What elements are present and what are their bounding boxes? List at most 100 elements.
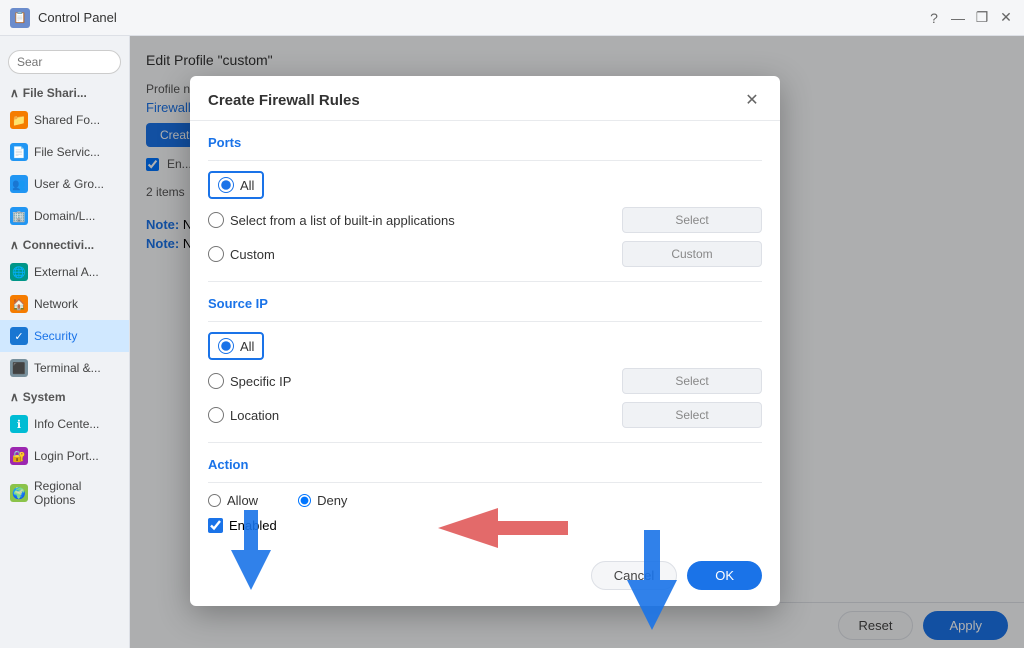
- dialog-title: Create Firewall Rules: [208, 92, 360, 109]
- sidebar-item-label: User & Gro...: [34, 177, 104, 191]
- sidebar-item-external-access[interactable]: 🌐 External A...: [0, 256, 129, 288]
- ip-specific-label: Specific IP: [208, 373, 614, 389]
- sidebar-item-domain[interactable]: 🏢 Domain/L...: [0, 200, 129, 232]
- action-deny-radio[interactable]: [298, 494, 311, 507]
- ports-custom-radio[interactable]: [208, 246, 224, 262]
- ports-builtin-row: Select from a list of built-in applicati…: [208, 207, 762, 233]
- sidebar-item-label: Info Cente...: [34, 417, 99, 431]
- window-controls: ? — ❐ ✕: [926, 10, 1014, 26]
- sidebar-item-shared-folders[interactable]: 📁 Shared Fo...: [0, 104, 129, 136]
- content-area: Edit Profile "custom" Profile na... Fire…: [130, 36, 1024, 648]
- sidebar-item-network[interactable]: 🏠 Network: [0, 288, 129, 320]
- ports-builtin-radio[interactable]: [208, 212, 224, 228]
- user-group-icon: 👥: [10, 175, 28, 193]
- security-icon: ✓: [10, 327, 28, 345]
- sidebar-section-connectivity[interactable]: ∧ Connectivi...: [0, 232, 129, 256]
- dialog-header: Create Firewall Rules ✕: [190, 76, 780, 121]
- ip-all-highlighted: All: [208, 332, 264, 360]
- section-label: File Shari...: [23, 86, 87, 100]
- main-layout: ∧ File Shari... 📁 Shared Fo... 📄 File Se…: [0, 36, 1024, 648]
- select-ip-button[interactable]: Select: [622, 368, 762, 394]
- sidebar-item-login-portal[interactable]: 🔐 Login Port...: [0, 440, 129, 472]
- blue-arrow-down-right: [622, 530, 682, 633]
- action-section-title: Action: [208, 457, 762, 472]
- sidebar-item-file-services[interactable]: 📄 File Servic...: [0, 136, 129, 168]
- titlebar: 📋 Control Panel ? — ❐ ✕: [0, 0, 1024, 36]
- sidebar-item-label: Domain/L...: [34, 209, 95, 223]
- titlebar-title: Control Panel: [38, 10, 918, 25]
- sidebar-search-container: [0, 44, 129, 80]
- regional-options-icon: 🌍: [10, 484, 28, 502]
- file-services-icon: 📄: [10, 143, 28, 161]
- minimize-button[interactable]: —: [950, 10, 966, 26]
- sidebar-item-info-center[interactable]: ℹ Info Cente...: [0, 408, 129, 440]
- sidebar-item-label: External A...: [34, 265, 99, 279]
- ports-all-label: All: [240, 178, 254, 193]
- app-icon: 📋: [10, 8, 30, 28]
- close-window-button[interactable]: ✕: [998, 10, 1014, 26]
- ports-divider: [208, 281, 762, 282]
- chevron-icon: ∧: [10, 390, 19, 404]
- ports-all-row: All: [208, 171, 762, 199]
- info-center-icon: ℹ: [10, 415, 28, 433]
- custom-button[interactable]: Custom: [622, 241, 762, 267]
- help-button[interactable]: ?: [926, 10, 942, 26]
- login-portal-icon: 🔐: [10, 447, 28, 465]
- ports-custom-row: Custom Custom: [208, 241, 762, 267]
- sidebar-item-label: Shared Fo...: [34, 113, 100, 127]
- ip-location-radio[interactable]: [208, 407, 224, 423]
- sidebar-item-terminal[interactable]: ⬛ Terminal &...: [0, 352, 129, 384]
- source-ip-divider: [208, 442, 762, 443]
- sidebar-item-label: Network: [34, 297, 78, 311]
- create-firewall-dialog: Create Firewall Rules ✕ Ports All: [190, 76, 780, 606]
- blue-arrow-down-left: [226, 510, 276, 593]
- section-label: System: [23, 390, 66, 404]
- terminal-icon: ⬛: [10, 359, 28, 377]
- ok-button[interactable]: OK: [687, 561, 762, 590]
- action-allow-label: Allow: [208, 493, 258, 508]
- action-deny-label: Deny: [298, 493, 347, 508]
- sidebar-item-label: Terminal &...: [34, 361, 101, 375]
- sidebar-item-label: Login Port...: [34, 449, 99, 463]
- maximize-button[interactable]: ❐: [974, 10, 990, 26]
- chevron-icon: ∧: [10, 86, 19, 100]
- dialog-close-button[interactable]: ✕: [742, 90, 762, 110]
- ports-all-highlighted: All: [208, 171, 264, 199]
- ip-all-label: All: [240, 339, 254, 354]
- ports-custom-label: Custom: [208, 246, 614, 262]
- ports-builtin-label: Select from a list of built-in applicati…: [208, 212, 614, 228]
- external-access-icon: 🌐: [10, 263, 28, 281]
- section-label: Connectivi...: [23, 238, 94, 252]
- ip-specific-radio[interactable]: [208, 373, 224, 389]
- sidebar-section-file-sharing[interactable]: ∧ File Shari...: [0, 80, 129, 104]
- domain-icon: 🏢: [10, 207, 28, 225]
- dialog-body: Ports All Select from a list of built-in…: [190, 121, 780, 551]
- ip-all-row: All: [208, 332, 762, 360]
- ports-all-radio[interactable]: [218, 177, 234, 193]
- ip-specific-row: Specific IP Select: [208, 368, 762, 394]
- sidebar-item-security[interactable]: ✓ Security: [0, 320, 129, 352]
- network-icon: 🏠: [10, 295, 28, 313]
- ip-location-row: Location Select: [208, 402, 762, 428]
- source-ip-section-title: Source IP: [208, 296, 762, 311]
- sidebar-item-regional-options[interactable]: 🌍 Regional Options: [0, 472, 129, 514]
- sidebar: ∧ File Shari... 📁 Shared Fo... 📄 File Se…: [0, 36, 130, 648]
- red-arrow-annotation: [438, 503, 568, 556]
- ip-all-radio[interactable]: [218, 338, 234, 354]
- select-location-button[interactable]: Select: [622, 402, 762, 428]
- ip-location-label: Location: [208, 407, 614, 423]
- dialog-footer: Cancel OK: [190, 551, 780, 606]
- action-options-row: Allow Deny: [208, 493, 762, 508]
- shared-folders-icon: 📁: [10, 111, 28, 129]
- action-allow-radio[interactable]: [208, 494, 221, 507]
- sidebar-item-user-group[interactable]: 👥 User & Gro...: [0, 168, 129, 200]
- sidebar-item-label: Security: [34, 329, 77, 343]
- select-builtin-button[interactable]: Select: [622, 207, 762, 233]
- chevron-icon: ∧: [10, 238, 19, 252]
- search-input[interactable]: [8, 50, 121, 74]
- sidebar-item-label: File Servic...: [34, 145, 100, 159]
- ports-section-title: Ports: [208, 135, 762, 150]
- enabled-checkbox[interactable]: [208, 518, 223, 533]
- sidebar-item-label: Regional Options: [34, 479, 119, 507]
- sidebar-section-system[interactable]: ∧ System: [0, 384, 129, 408]
